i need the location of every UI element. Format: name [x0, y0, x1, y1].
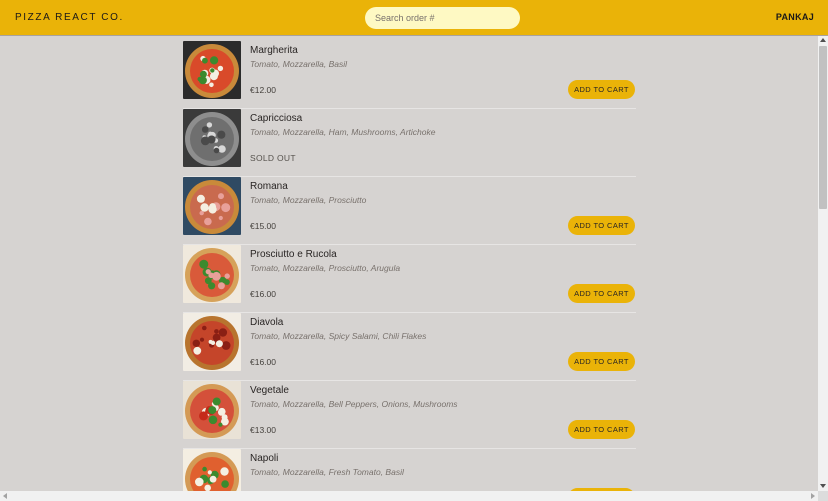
- pizza-ingredients: Tomato, Mozzarella, Fresh Tomato, Basil: [250, 467, 404, 477]
- pizza-image: [183, 109, 241, 167]
- pizza-name: Vegetale: [250, 385, 289, 396]
- pizza-image: [183, 245, 241, 303]
- add-to-cart-button[interactable]: ADD TO CART: [568, 352, 635, 371]
- pizza-name: Margherita: [250, 45, 298, 56]
- pizza-price: €13.00: [250, 425, 276, 435]
- pizza-ingredients: Tomato, Mozzarella, Ham, Mushrooms, Arti…: [250, 127, 436, 137]
- horizontal-scrollbar[interactable]: [0, 491, 818, 501]
- app-header: PIZZA REACT CO. PANKAJ: [0, 0, 828, 36]
- menu-item: Prosciutto e Rucola Tomato, Mozzarella, P…: [183, 245, 636, 313]
- add-to-cart-button[interactable]: ADD TO CART: [568, 420, 635, 439]
- vertical-scrollbar[interactable]: [818, 36, 828, 491]
- pizza-name: Prosciutto e Rucola: [250, 249, 337, 260]
- pizza-price: €12.00: [250, 85, 276, 95]
- menu-item: Capricciosa Tomato, Mozzarella, Ham, Mush…: [183, 109, 636, 177]
- add-to-cart-button[interactable]: ADD TO CART: [568, 284, 635, 303]
- pizza-ingredients: Tomato, Mozzarella, Bell Peppers, Onions…: [250, 399, 458, 409]
- pizza-image: [183, 381, 241, 439]
- menu-list: Margherita Tomato, Mozzarella, Basil €12.0…: [183, 41, 636, 492]
- add-to-cart-button[interactable]: ADD TO CART: [568, 216, 635, 235]
- menu-item: Vegetale Tomato, Mozzarella, Bell Peppers…: [183, 381, 636, 449]
- pizza-price: €16.00: [250, 289, 276, 299]
- add-to-cart-button[interactable]: ADD TO CART: [568, 80, 635, 99]
- menu-item: Napoli Tomato, Mozzarella, Fresh Tomato, …: [183, 449, 636, 492]
- pizza-image: [183, 41, 241, 99]
- pizza-ingredients: Tomato, Mozzarella, Prosciutto: [250, 195, 367, 205]
- pizza-name: Napoli: [250, 453, 279, 464]
- username-label: PANKAJ: [775, 12, 814, 22]
- menu-page: Margherita Tomato, Mozzarella, Basil €12.0…: [0, 37, 818, 492]
- pizza-name: Capricciosa: [250, 113, 303, 124]
- menu-item: Romana Tomato, Mozzarella, Prosciutto €15.…: [183, 177, 636, 245]
- brand-logo-link[interactable]: PIZZA REACT CO.: [15, 12, 124, 23]
- scrollbar-corner: [818, 491, 828, 501]
- pizza-ingredients: Tomato, Mozzarella, Prosciutto, Arugula: [250, 263, 401, 273]
- scroll-right-icon[interactable]: [811, 493, 815, 499]
- search-order-input[interactable]: [365, 7, 520, 29]
- scroll-left-icon[interactable]: [3, 493, 7, 499]
- pizza-price: €16.00: [250, 357, 276, 367]
- pizza-name: Romana: [250, 181, 288, 192]
- pizza-price: €15.00: [250, 221, 276, 231]
- menu-item: Diavola Tomato, Mozzarella, Spicy Salami,…: [183, 313, 636, 381]
- sold-out-label: SOLD OUT: [250, 153, 296, 163]
- menu-item: Margherita Tomato, Mozzarella, Basil €12.0…: [183, 41, 636, 109]
- pizza-image: [183, 313, 241, 371]
- pizza-name: Diavola: [250, 317, 284, 328]
- pizza-ingredients: Tomato, Mozzarella, Basil: [250, 59, 348, 69]
- scroll-down-icon[interactable]: [820, 484, 826, 488]
- pizza-ingredients: Tomato, Mozzarella, Spicy Salami, Chili …: [250, 331, 427, 341]
- scrollbar-thumb[interactable]: [819, 46, 827, 209]
- pizza-image: [183, 449, 241, 492]
- scroll-up-icon[interactable]: [820, 38, 826, 42]
- pizza-image: [183, 177, 241, 235]
